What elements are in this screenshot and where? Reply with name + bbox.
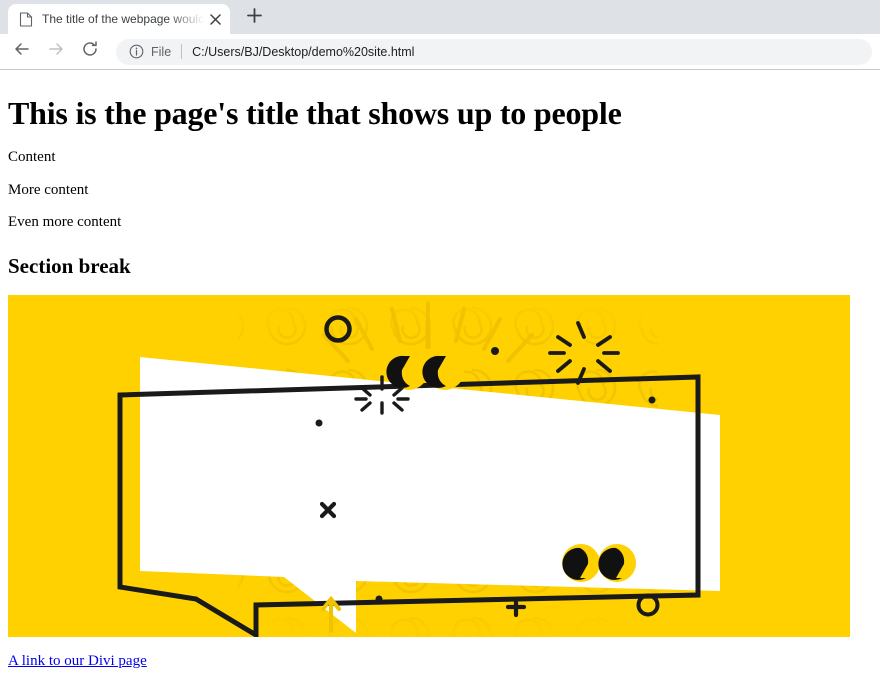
plus-icon	[246, 8, 262, 28]
arrow-right-icon	[47, 40, 65, 63]
address-url-text: C:/Users/BJ/Desktop/demo%20site.html	[192, 44, 415, 59]
dot-left	[315, 419, 323, 427]
page-body: This is the page's title that shows up t…	[0, 70, 880, 678]
content-paragraph-2: More content	[8, 181, 89, 198]
dot-right	[648, 396, 656, 404]
reload-icon	[81, 40, 99, 63]
forward-button[interactable]	[42, 38, 70, 66]
browser-tab[interactable]: The title of the webpage would g	[8, 4, 230, 34]
page-viewport: This is the page's title that shows up t…	[0, 70, 880, 684]
section-heading: Section break	[8, 253, 131, 278]
address-scheme-label: File	[151, 44, 172, 59]
reload-button[interactable]	[76, 38, 104, 66]
back-button[interactable]	[8, 38, 36, 66]
address-divider	[181, 44, 183, 59]
tab-title: The title of the webpage would g	[42, 12, 204, 26]
info-circle-icon[interactable]	[128, 44, 144, 60]
close-icon[interactable]	[206, 10, 224, 28]
new-tab-button[interactable]	[240, 4, 268, 32]
document-icon	[18, 11, 34, 27]
dot-bottom-left	[375, 595, 383, 603]
content-paragraph-1: Content	[8, 149, 56, 166]
address-bar[interactable]: File C:/Users/BJ/Desktop/demo%20site.htm…	[116, 38, 872, 65]
browser-chrome: The title of the webpage would g File C:…	[0, 0, 880, 70]
dot-top-center	[491, 346, 499, 355]
arrow-left-icon	[13, 40, 31, 63]
tab-strip: The title of the webpage would g	[0, 0, 880, 34]
divi-page-link[interactable]: A link to our Divi page	[8, 653, 147, 670]
content-paragraph-3: Even more content	[8, 214, 122, 231]
browser-toolbar: File C:/Users/BJ/Desktop/demo%20site.htm…	[0, 34, 880, 70]
page-title: This is the page's title that shows up t…	[8, 95, 622, 131]
hero-illustration	[8, 294, 850, 637]
